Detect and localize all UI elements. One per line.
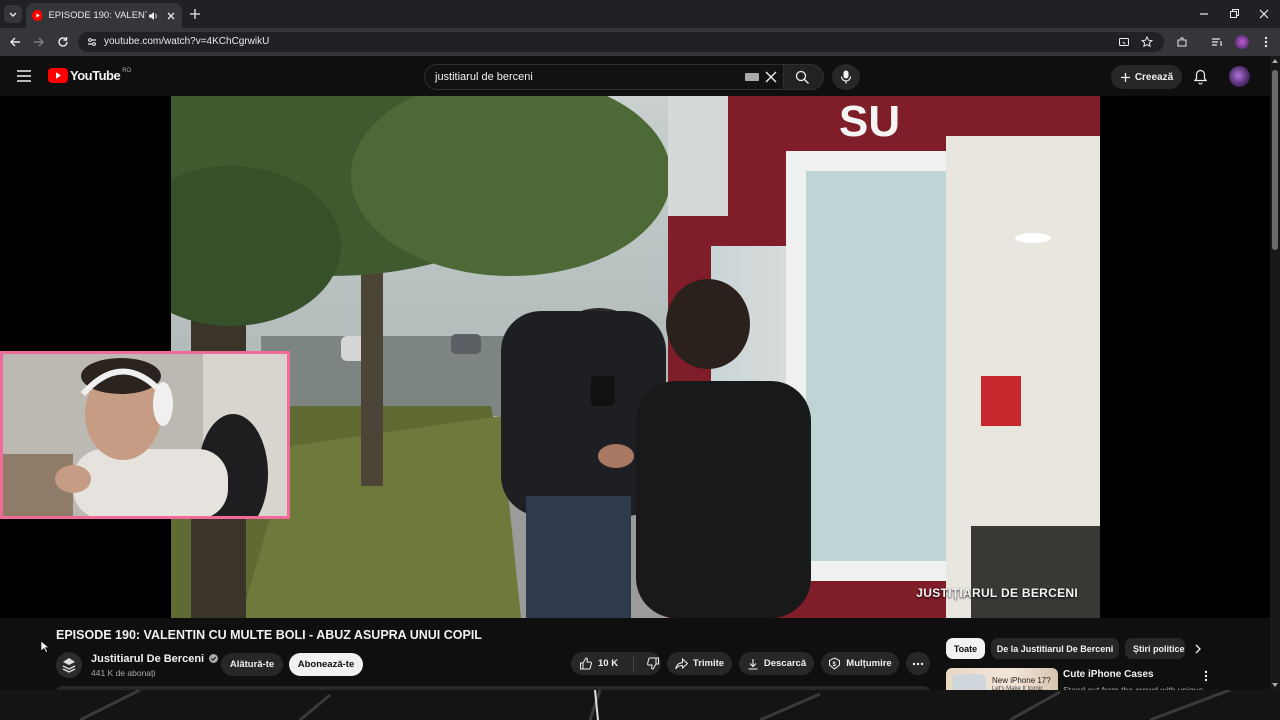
- back-arrow-icon[interactable]: [8, 35, 22, 49]
- streamer-webcam-overlay: [0, 351, 290, 519]
- recommendation-title[interactable]: Cute iPhone Cases: [1063, 669, 1154, 680]
- join-label: Alătură-te: [229, 659, 275, 670]
- page-scrollbar[interactable]: [1270, 56, 1280, 690]
- channel-name-text: Justitiarul De Berceni: [91, 653, 205, 665]
- youtube-logo-icon: [48, 68, 68, 83]
- scroll-up-icon[interactable]: [1272, 58, 1278, 64]
- chip-label: Toate: [953, 643, 978, 654]
- search-input[interactable]: justitiarul de berceni: [424, 64, 784, 90]
- share-arrow-icon: [675, 657, 688, 669]
- browser-tab-active[interactable]: EPISODE 190: VALENTIN CU: [26, 3, 182, 28]
- address-bar[interactable]: youtube.com/watch?v=4KChCgrwikU: [78, 32, 1164, 52]
- browser-toolbar: youtube.com/watch?v=4KChCgrwikU: [0, 28, 1280, 56]
- chip-all[interactable]: Toate: [946, 638, 985, 659]
- like-button[interactable]: 10 K: [579, 657, 618, 670]
- media-controls-icon[interactable]: [1210, 35, 1224, 49]
- chevron-down-icon: [9, 12, 17, 17]
- user-avatar[interactable]: [1229, 66, 1250, 87]
- youtube-logo[interactable]: YouTube RO: [48, 68, 131, 83]
- more-actions-button[interactable]: [906, 652, 930, 675]
- download-label: Descarcă: [763, 658, 807, 669]
- more-vertical-icon[interactable]: [1200, 669, 1212, 683]
- minimize-icon[interactable]: [1197, 7, 1211, 21]
- youtube-header: YouTube RO justitiarul de berceni Creeaz…: [0, 56, 1270, 96]
- hamburger-menu-icon[interactable]: [16, 69, 32, 83]
- close-window-icon[interactable]: [1257, 7, 1271, 21]
- site-info-icon[interactable]: [86, 36, 98, 48]
- chip-political-news[interactable]: Știri politice: [1125, 638, 1185, 659]
- cast-icon[interactable]: [1118, 36, 1130, 48]
- download-icon: [748, 658, 758, 670]
- keyboard-icon[interactable]: [745, 72, 759, 82]
- background-texture-image: [0, 690, 1280, 720]
- subscribe-label: Abonează-te: [297, 659, 355, 670]
- video-title: EPISODE 190: VALENTIN CU MULTE BOLI - AB…: [56, 628, 482, 642]
- stream-background-strip: [0, 690, 1280, 720]
- reload-icon[interactable]: [56, 35, 70, 49]
- join-button[interactable]: Alătură-te: [221, 653, 283, 676]
- tab-title: EPISODE 190: VALENTIN CU: [48, 10, 147, 21]
- chip-label: Știri politice: [1133, 643, 1185, 654]
- plus-icon: [1120, 72, 1130, 82]
- more-vertical-icon[interactable]: [1259, 35, 1273, 49]
- notifications-bell-icon[interactable]: [1193, 69, 1208, 85]
- thumbs-down-icon[interactable]: [647, 657, 660, 670]
- browser-tab-bar: EPISODE 190: VALENTIN CU: [0, 0, 1280, 28]
- search-icon: [795, 70, 809, 84]
- logo-text: YouTube: [70, 68, 121, 83]
- bookmark-star-icon[interactable]: [1141, 36, 1153, 48]
- video-player[interactable]: SU JUSTIȚIARUL DE BERCENI: [0, 96, 1270, 618]
- microphone-icon: [840, 70, 852, 84]
- extensions-icon[interactable]: [1175, 35, 1189, 49]
- subscriber-count: 441 K de abonați: [91, 668, 156, 678]
- more-horizontal-icon: [912, 662, 924, 665]
- speaker-icon[interactable]: [147, 10, 158, 22]
- search-button[interactable]: [784, 64, 824, 90]
- webcam-image: [3, 354, 287, 516]
- new-tab-icon[interactable]: [188, 7, 202, 21]
- clear-search-icon[interactable]: [764, 70, 778, 84]
- super-thanks-icon: $: [829, 657, 841, 670]
- create-button[interactable]: Creează: [1111, 65, 1182, 89]
- video-watermark: JUSTIȚIARUL DE BERCENI: [916, 586, 1078, 600]
- channel-name[interactable]: Justitiarul De Berceni: [91, 653, 219, 665]
- subscribe-button[interactable]: Abonează-te: [289, 653, 363, 676]
- profile-avatar[interactable]: [1235, 35, 1249, 49]
- video-scene-image: SU: [171, 96, 1100, 618]
- like-dislike-group: 10 K: [571, 652, 661, 675]
- chip-from-channel[interactable]: De la Justitiarul De Berceni: [991, 638, 1119, 659]
- scroll-down-icon[interactable]: [1272, 682, 1278, 688]
- voice-search-button[interactable]: [832, 64, 860, 90]
- tab-search-button[interactable]: [4, 5, 22, 23]
- video-frame[interactable]: SU JUSTIȚIARUL DE BERCENI: [171, 96, 1100, 618]
- thumb-headline: New iPhone 17?: [992, 676, 1051, 685]
- mouse-cursor-icon: [40, 640, 50, 653]
- like-divider: [633, 656, 635, 671]
- like-count: 10 K: [598, 658, 619, 669]
- download-button[interactable]: Descarcă: [739, 652, 814, 675]
- svg-text:$: $: [833, 662, 837, 668]
- thumbs-up-icon: [580, 657, 592, 670]
- thanks-label: Mulțumire: [846, 658, 892, 669]
- country-code: RO: [122, 67, 132, 74]
- shop-sign-fragment: SU: [839, 97, 900, 146]
- share-label: Trimite: [692, 658, 725, 669]
- scrollbar-thumb[interactable]: [1272, 70, 1278, 250]
- verified-badge-icon: [209, 654, 219, 663]
- chip-label: De la Justitiarul De Berceni: [996, 643, 1114, 654]
- channel-avatar[interactable]: [56, 652, 82, 678]
- close-tab-icon[interactable]: [165, 10, 176, 22]
- url-text: youtube.com/watch?v=4KChCgrwikU: [104, 36, 270, 47]
- forward-arrow-icon[interactable]: [32, 35, 46, 49]
- channel-logo-icon: [62, 658, 76, 673]
- search-query: justitiarul de berceni: [435, 71, 533, 83]
- youtube-favicon-icon: [32, 10, 43, 21]
- thanks-button[interactable]: $ Mulțumire: [821, 652, 899, 675]
- restore-icon[interactable]: [1227, 7, 1241, 21]
- chevron-right-icon[interactable]: [1192, 643, 1204, 655]
- share-button[interactable]: Trimite: [667, 652, 732, 675]
- create-label: Creează: [1134, 71, 1174, 83]
